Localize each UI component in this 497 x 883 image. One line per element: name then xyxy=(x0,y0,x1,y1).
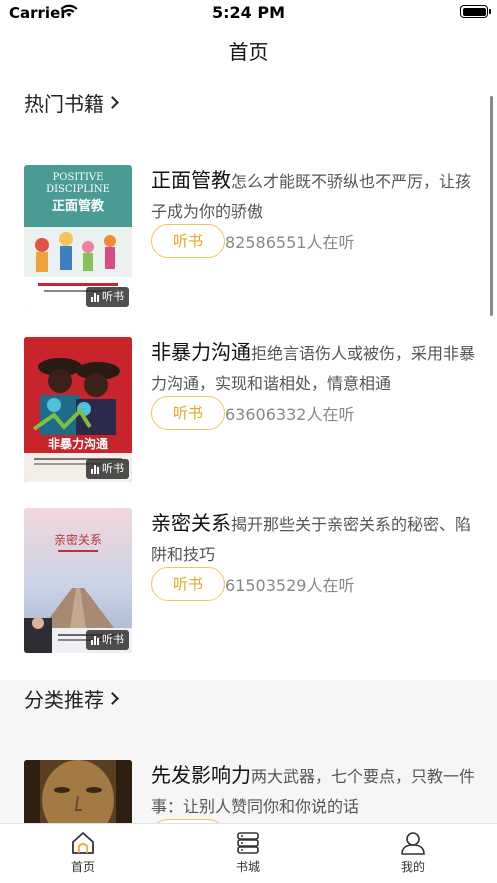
tab-home[interactable]: 首页 xyxy=(43,830,123,875)
cover-title-en-2: DISCIPLINE xyxy=(46,184,110,195)
cover-listen-badge: 听书 xyxy=(86,287,129,307)
book-text: 正面管教怎么才能既不骄纵也不严厉，让孩子成为你的骄傲 xyxy=(151,165,481,227)
book-title: 非暴力沟通 xyxy=(151,340,251,364)
tab-profile[interactable]: 我的 xyxy=(373,830,453,875)
book-title: 亲密关系 xyxy=(151,511,231,535)
listen-row: 听书 82586551人在听 xyxy=(151,224,354,258)
listener-count: 61503529人在听 xyxy=(225,576,355,595)
cover-badge-label: 听书 xyxy=(102,290,124,303)
profile-icon xyxy=(401,832,425,855)
hot-books-label: 热门书籍 xyxy=(24,92,104,116)
cover-badge-label: 听书 xyxy=(102,633,124,646)
listen-row: 听书 61503529人在听 xyxy=(151,567,354,601)
book-text: 先发影响力两大武器，七个要点，只教一件事：让别人赞同你和你说的话 xyxy=(151,760,474,822)
cover-badge-label: 听书 xyxy=(102,462,124,475)
hot-books-header[interactable]: 热门书籍 xyxy=(24,88,119,117)
category-recommend-label: 分类推荐 xyxy=(24,688,104,712)
tab-label: 我的 xyxy=(400,860,425,874)
book-cover[interactable]: 非暴力沟通 听书 xyxy=(24,337,132,482)
scroll-indicator[interactable] xyxy=(490,96,493,316)
category-recommend-header[interactable]: 分类推荐 xyxy=(24,684,119,713)
tab-label: 首页 xyxy=(70,860,95,874)
page-title: 首页 xyxy=(228,40,269,64)
cover-listen-badge: 听书 xyxy=(86,459,129,479)
listen-row: 听书 63606332人在听 xyxy=(151,396,354,430)
cover-title-cn: 正面管教 xyxy=(52,198,105,214)
book-item[interactable]: 先发影响力两大武器，七个要点，只教一件事：让别人赞同你和你说的话 xyxy=(24,760,474,823)
tab-bookstore[interactable]: 书城 xyxy=(208,830,288,875)
audio-bars-icon xyxy=(91,464,99,474)
cover-title-cn: 非暴力沟通 xyxy=(48,436,108,451)
cover-title-cn: 亲密关系 xyxy=(54,532,102,547)
tab-label: 书城 xyxy=(235,860,260,874)
book-cover[interactable]: POSITIVE DISCIPLINE 正面管教 听书 xyxy=(24,165,132,310)
cover-art xyxy=(24,760,132,823)
book-cover[interactable] xyxy=(24,760,132,823)
audio-bars-icon xyxy=(91,292,99,302)
home-icon xyxy=(72,832,94,854)
cover-listen-badge: 听书 xyxy=(86,630,129,650)
tab-bar: 首页 书城 我的 xyxy=(0,823,497,883)
bookstore-icon xyxy=(237,832,259,854)
book-title: 先发影响力 xyxy=(151,763,251,787)
book-title: 正面管教 xyxy=(151,168,231,192)
listener-count: 63606332人在听 xyxy=(225,405,355,424)
chevron-right-icon xyxy=(106,692,119,705)
battery-icon xyxy=(460,5,491,18)
status-bar: Carrier 5:24 PM xyxy=(0,0,497,28)
cover-title-en-1: POSITIVE xyxy=(53,172,104,183)
book-text: 亲密关系揭开那些关于亲密关系的秘密、陷阱和技巧 xyxy=(151,508,481,570)
book-cover[interactable]: 亲密关系 听书 xyxy=(24,508,132,653)
book-text: 非暴力沟通拒绝言语伤人或被伤，采用非暴力沟通，实现和谐相处，情意相通 xyxy=(151,337,481,399)
listen-button[interactable]: 听书 xyxy=(151,567,225,601)
status-time: 5:24 PM xyxy=(211,3,285,22)
listen-button[interactable]: 听书 xyxy=(151,396,225,430)
listener-count: 82586551人在听 xyxy=(225,233,355,252)
audio-bars-icon xyxy=(91,635,99,645)
listen-button[interactable]: 听书 xyxy=(151,224,225,258)
chevron-right-icon xyxy=(106,96,119,109)
